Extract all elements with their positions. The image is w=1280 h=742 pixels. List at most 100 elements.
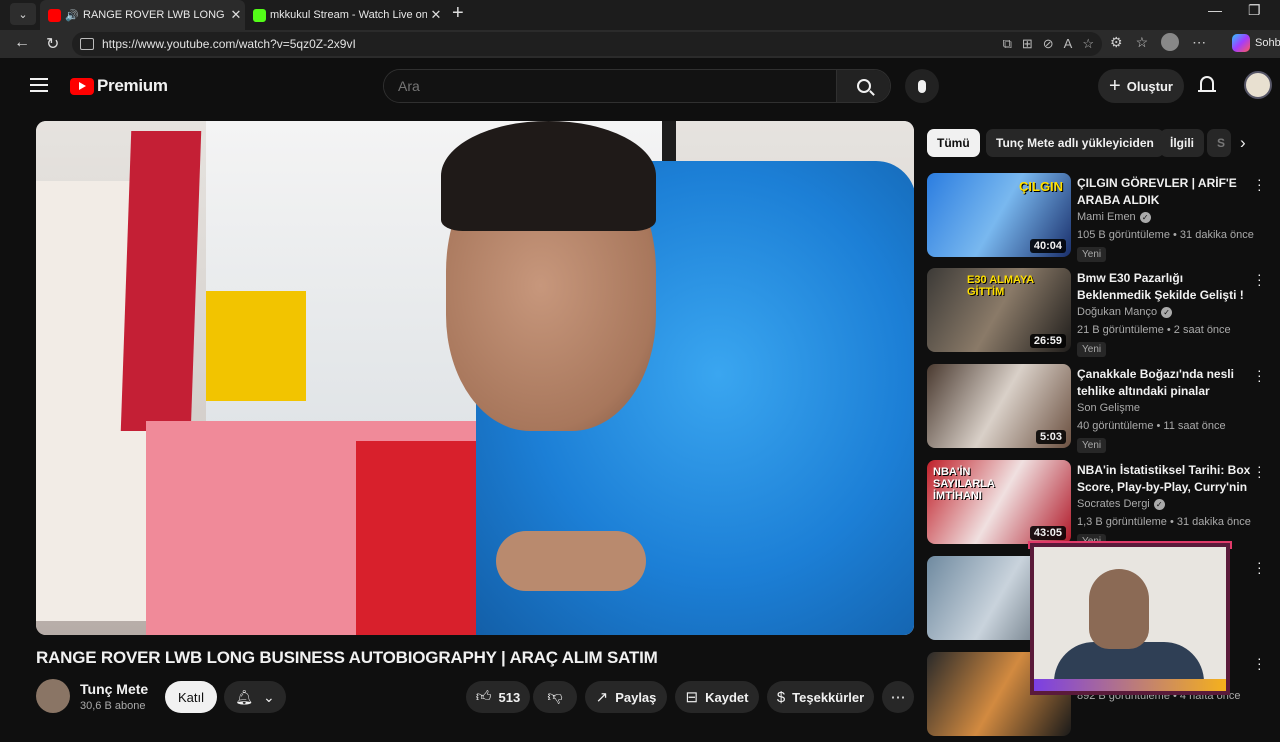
more-actions-button[interactable]: ⋯ [882,681,914,713]
thumbs-down-icon: 👎︎ [547,688,563,705]
youtube-logo[interactable]: Premium [70,76,168,96]
save-button[interactable]: ⊟ Kaydet [675,681,759,713]
recommended-video[interactable]: ÇILGIN 40:04 ÇILGIN GÖREVLER | ARİF'E AR… [927,172,1267,263]
video-thumbnail[interactable]: NBA'İN SAYILARLA İMTİHANI 43:05 [927,460,1071,544]
video-title[interactable]: Çanakkale Boğazı'nda nesli tehlike altın… [1077,366,1252,400]
create-label: Oluştur [1126,78,1173,94]
share-icon: ↗ [595,689,609,706]
browser-tab-kick[interactable]: mkkukul Stream - Watch Live on Kick ✕ [245,0,445,30]
voice-search-button[interactable] [905,69,939,103]
close-tab-icon[interactable]: ✕ [427,7,445,23]
maximize-icon[interactable]: ❐ [1248,2,1261,19]
more-vertical-icon[interactable]: · · · [1257,363,1262,387]
dislike-button[interactable]: 👎︎ [533,681,577,713]
chevron-right-icon[interactable]: › [1240,133,1246,153]
apps-icon[interactable]: ⊞ [1022,36,1033,52]
copilot-icon[interactable] [1232,34,1250,52]
more-options-icon[interactable]: ⋯ [1192,34,1206,51]
site-info-icon[interactable] [80,38,94,50]
video-thumbnail[interactable]: E30 ALMAYA GİTTİM 26:59 [927,268,1071,352]
notifications-bell-icon[interactable] [1198,76,1216,96]
share-button[interactable]: ↗ Paylaş [585,681,667,713]
thanks-button[interactable]: $ Teşekkürler [767,681,874,713]
more-vertical-icon[interactable]: · · · [1257,267,1262,291]
video-duration: 40:04 [1029,239,1066,253]
video-views: 1,3 B görüntüleme • 31 dakika önce [1077,516,1251,528]
tab-actions-menu[interactable]: ⌄ [10,3,36,25]
like-button[interactable]: 👍︎ 513 [466,681,530,713]
super-thanks-icon: $ [776,688,786,706]
favorite-star-icon[interactable]: ☆ [1082,36,1094,52]
recommended-video[interactable]: 5:03 Çanakkale Boğazı'nda nesli tehlike … [927,363,1267,454]
more-vertical-icon[interactable]: · · · [1257,555,1262,579]
chevron-down-icon: ⌄ [263,688,275,705]
more-vertical-icon[interactable]: · · · [1257,459,1262,483]
url-text[interactable]: https://www.youtube.com/watch?v=5qz0Z-2x… [102,37,356,51]
thumbs-up-icon: 👍︎ [475,688,492,705]
translate-icon[interactable]: ⧉ [1003,36,1012,52]
tracking-icon[interactable]: ⊘ [1043,36,1054,52]
video-thumbnail[interactable]: 5:03 [927,364,1071,448]
plus-icon: + [1109,75,1121,97]
channel-avatar[interactable] [36,679,70,713]
chip-related[interactable]: İlgili [1160,129,1204,157]
subscription-bell-button[interactable]: 🔔︎ ⌄ [224,681,286,713]
new-badge: Yeni [1077,342,1107,357]
webcam-overlay [1030,543,1230,695]
menu-icon[interactable] [30,78,48,92]
more-vertical-icon[interactable]: · · · [1257,651,1262,675]
browser-profile-avatar[interactable] [1161,33,1180,51]
channel-name[interactable]: Doğukan Manço ✓ [1077,306,1173,318]
channel-name[interactable]: Son Gelişme [1077,402,1140,414]
webcam-bar [1034,679,1226,691]
address-bar[interactable]: https://www.youtube.com/watch?v=5qz0Z-2x… [72,32,1102,56]
kick-favicon-icon [253,8,266,22]
account-avatar[interactable] [1244,71,1272,99]
browser-toolbar: ← ↻ https://www.youtube.com/watch?v=5qz0… [0,30,1280,58]
read-aloud-icon[interactable]: A [1064,36,1073,52]
back-arrow-icon[interactable]: ← [14,34,30,52]
video-title[interactable]: ÇILGIN GÖREVLER | ARİF'E ARABA ALDIK [1077,175,1252,209]
favorites-icon[interactable]: ☆ [1136,34,1149,51]
video-title[interactable]: NBA'in İstatistiksel Tarihi: Box Score, … [1077,462,1252,496]
close-tab-icon[interactable]: ✕ [227,7,245,23]
like-count: 513 [498,689,521,705]
copilot-label[interactable]: Sohb [1255,37,1280,49]
chip-all[interactable]: Tümü [927,129,980,157]
search-button[interactable] [836,70,890,102]
video-views: 105 B görüntüleme • 31 dakika önce [1077,229,1254,241]
video-duration: 26:59 [1029,334,1066,348]
bell-icon: 🔔︎ [235,688,254,705]
chip-more[interactable]: S [1207,129,1231,157]
tab-title: mkkukul Stream - Watch Live on Kick [270,9,427,21]
bookmark-icon: ⊟ [685,689,699,706]
video-title: RANGE ROVER LWB LONG BUSINESS AUTOBIOGRA… [36,648,658,667]
logo-text: Premium [97,76,168,95]
extensions-icon[interactable]: ⚙ [1110,34,1123,51]
new-tab-icon[interactable]: + [452,2,464,25]
search-input[interactable] [384,70,836,102]
join-button[interactable]: Katıl [165,681,217,713]
audio-playing-icon[interactable]: 🔊 [65,9,79,22]
save-label: Kaydet [705,689,749,705]
video-views: 21 B görüntüleme • 2 saat önce [1077,324,1231,336]
more-vertical-icon[interactable]: · · · [1257,172,1262,196]
video-duration: 5:03 [1035,430,1066,444]
create-button[interactable]: + Oluştur [1098,69,1184,103]
reload-icon[interactable]: ↻ [46,34,59,54]
channel-name[interactable]: Mami Emen ✓ [1077,211,1151,223]
chip-from-uploader[interactable]: Tunç Mete adlı yükleyiciden [986,129,1164,157]
video-thumbnail[interactable]: ÇILGIN 40:04 [927,173,1071,257]
browser-tab-youtube[interactable]: 🔊 RANGE ROVER LWB LONG BUSINESS AUTOBIOG… [40,0,245,30]
minimize-icon[interactable]: — [1208,2,1222,18]
recommended-video[interactable]: NBA'İN SAYILARLA İMTİHANI 43:05 NBA'in İ… [927,459,1267,550]
subscriber-count: 30,6 B abone [80,700,146,712]
youtube-favicon-icon [48,8,61,22]
verified-icon: ✓ [1139,211,1151,223]
recommended-video[interactable]: E30 ALMAYA GİTTİM 26:59 Bmw E30 Pazarlığ… [927,267,1267,358]
video-player[interactable] [36,121,914,635]
channel-name[interactable]: Socrates Dergi ✓ [1077,498,1165,510]
verified-icon: ✓ [1161,306,1173,318]
video-title[interactable]: Bmw E30 Pazarlığı Beklenmedik Şekilde Ge… [1077,270,1252,304]
channel-name[interactable]: Tunç Mete [80,681,148,697]
